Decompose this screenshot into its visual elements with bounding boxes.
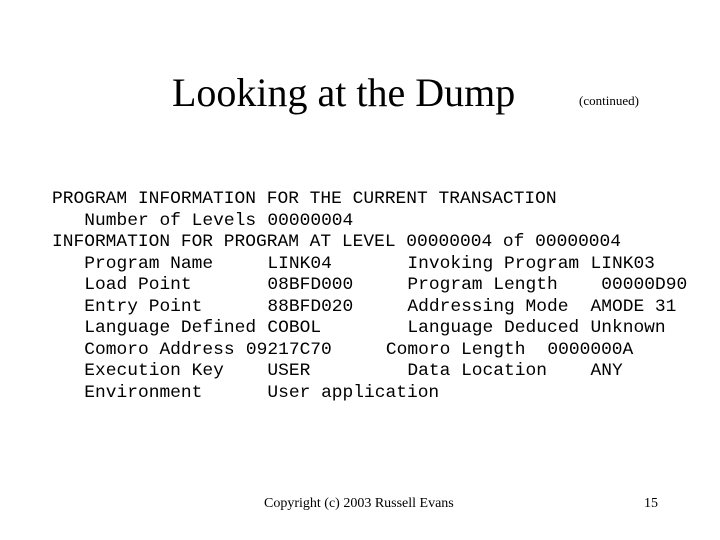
dump-field-row: Execution Key USER Data Location ANY bbox=[52, 361, 622, 383]
field-label: Load Point bbox=[84, 275, 192, 295]
field-value: 09217C70 bbox=[245, 339, 332, 360]
field-value: 00000004 bbox=[267, 210, 354, 231]
dump-field-row: Load Point 08BFD000 Program Length 00000… bbox=[52, 275, 687, 297]
field-label: Number of Levels bbox=[84, 210, 257, 231]
field-label: Execution Key bbox=[84, 361, 224, 381]
field-label: Language Defined bbox=[84, 318, 257, 338]
dump-field-row: Language Defined COBOL Language Deduced … bbox=[52, 318, 665, 340]
field-value: LINK03 bbox=[590, 253, 655, 274]
field-value: LINK04 bbox=[267, 253, 332, 274]
dump-field-row: Environment User application bbox=[52, 383, 439, 405]
field-value: COBOL bbox=[267, 318, 322, 338]
field-value: 88BFD020 bbox=[267, 296, 354, 317]
copyright-footer: Copyright (c) 2003 Russell Evans bbox=[264, 496, 454, 511]
dump-header-program: INFORMATION FOR PROGRAM AT LEVEL 0000000… bbox=[52, 232, 621, 254]
dump-field-row: Entry Point 88BFD020 Addressing Mode AMO… bbox=[52, 297, 676, 319]
field-value: User application bbox=[267, 382, 440, 403]
field-value: USER bbox=[267, 361, 311, 381]
field-value: 00000D90 bbox=[601, 275, 688, 295]
field-value: 08BFD000 bbox=[267, 275, 354, 295]
field-label: Environment bbox=[84, 382, 203, 403]
field-label: Program Name bbox=[84, 253, 214, 274]
page-number: 15 bbox=[644, 496, 658, 511]
field-label: Entry Point bbox=[84, 296, 203, 317]
field-label: Comoro Address bbox=[84, 339, 235, 360]
field-value: ANY bbox=[590, 361, 623, 381]
header-text: INFORMATION FOR PROGRAM AT LEVEL 0000000… bbox=[52, 232, 622, 252]
field-value: 0000000A bbox=[547, 339, 634, 360]
field-label: Addressing Mode bbox=[407, 296, 569, 317]
field-label: Data Location bbox=[407, 361, 547, 381]
field-label: Language Deduced bbox=[407, 318, 580, 338]
dump-field-row: Comoro Address 09217C70 Comoro Length 00… bbox=[52, 340, 633, 362]
dump-field-row: Program Name LINK04 Invoking Program LIN… bbox=[52, 254, 655, 276]
slide-title: Looking at the Dump bbox=[172, 70, 516, 115]
field-label: Program Length bbox=[407, 275, 558, 295]
dump-listing: PROGRAM INFORMATION FOR THE CURRENT TRAN… bbox=[52, 189, 687, 405]
slide-subtitle: (continued) bbox=[579, 93, 639, 108]
header-text: PROGRAM INFORMATION FOR THE CURRENT TRAN… bbox=[52, 189, 557, 209]
field-label: Invoking Program bbox=[407, 253, 580, 274]
field-value: AMODE 31 bbox=[590, 296, 677, 317]
field-label: Comoro Length bbox=[385, 339, 526, 360]
field-value: Unknown bbox=[590, 318, 666, 338]
dump-header-transaction: PROGRAM INFORMATION FOR THE CURRENT TRAN… bbox=[52, 189, 557, 211]
dump-row-levels: Number of Levels 00000004 bbox=[52, 211, 353, 233]
